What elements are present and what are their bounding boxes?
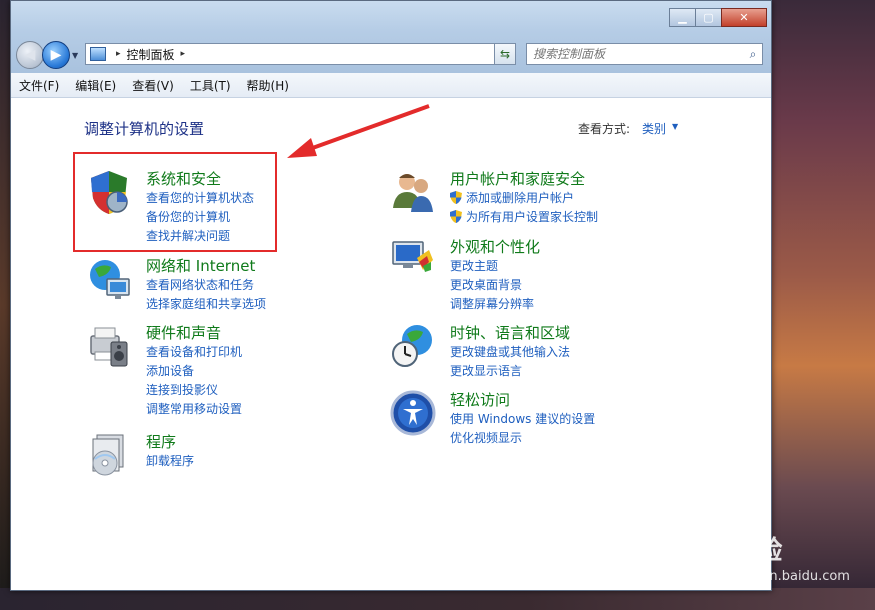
link-mobility-settings[interactable]: 调整常用移动设置 — [146, 400, 242, 417]
breadcrumb-separator-icon[interactable]: ▸ — [181, 49, 186, 59]
view-by-dropdown[interactable]: 类别 — [642, 120, 666, 137]
recent-pages-dropdown-icon[interactable]: ▼ — [72, 51, 78, 60]
link-desktop-background[interactable]: 更改桌面背景 — [450, 276, 522, 293]
network-globe-icon[interactable] — [85, 255, 133, 303]
view-by-label: 查看方式: — [578, 122, 631, 136]
category-user-accounts: 用户帐户和家庭安全 添加或删除用户帐户 为所有用户设置家长控制 — [389, 168, 629, 228]
refresh-button[interactable]: ⇆ — [494, 43, 516, 65]
maximize-button[interactable]: ▢ — [695, 8, 722, 27]
link-devices-printers[interactable]: 查看设备和打印机 — [146, 343, 242, 360]
address-bar[interactable]: ▸ 控制面板 ▸ ▼ — [85, 43, 515, 65]
link-text[interactable]: 添加或删除用户帐户 — [466, 191, 574, 205]
arrow-right-icon: ▶ — [50, 47, 62, 63]
category-title[interactable]: 外观和个性化 — [450, 236, 540, 257]
search-input[interactable] — [527, 46, 744, 62]
link-recommended-settings[interactable]: 使用 Windows 建议的设置 — [450, 410, 595, 427]
category-title[interactable]: 程序 — [146, 431, 176, 452]
menu-view[interactable]: 查看(V) — [124, 77, 182, 94]
forward-button[interactable]: ▶ — [42, 41, 70, 69]
breadcrumb-separator-icon[interactable]: ▸ — [116, 49, 121, 59]
control-panel-window: ▁ ▢ ✕ ◀ ▶ ▼ ▸ 控制面板 ▸ ▼ ⇆ ⌕ 文件(F) 编辑(E) 查… — [10, 0, 772, 591]
programs-icon[interactable] — [85, 431, 133, 479]
watermark-logo: Bai 经验 — [670, 536, 784, 566]
watermark-url: jingyan.baidu.com — [730, 569, 850, 584]
category-clock-language-region: 时钟、语言和区域 更改键盘或其他输入法 更改显示语言 — [389, 322, 609, 382]
link-optimize-video[interactable]: 优化视频显示 — [450, 429, 522, 446]
desktop-background-bottom — [0, 588, 875, 610]
uac-shield-icon — [450, 210, 462, 223]
refresh-icon: ⇆ — [499, 47, 511, 61]
page-title: 调整计算机的设置 — [84, 120, 205, 138]
link-display-language[interactable]: 更改显示语言 — [450, 362, 522, 379]
breadcrumb-control-panel[interactable]: 控制面板 — [127, 46, 175, 63]
minimize-button[interactable]: ▁ — [669, 8, 696, 27]
category-programs: 程序 卸载程序 — [85, 431, 285, 481]
window-chrome: ▁ ▢ ✕ ◀ ▶ ▼ ▸ 控制面板 ▸ ▼ ⇆ ⌕ — [11, 1, 771, 73]
link-text[interactable]: 为所有用户设置家长控制 — [466, 210, 598, 224]
link-screen-resolution[interactable]: 调整屏幕分辨率 — [450, 295, 534, 312]
category-hardware-sound: 硬件和声音 查看设备和打印机 添加设备 连接到投影仪 调整常用移动设置 — [85, 322, 305, 422]
window-controls: ▁ ▢ ✕ — [669, 8, 767, 27]
control-panel-content: 调整计算机的设置 查看方式: 类别 ▼ 系统和安全 查看您的计算机状态 备份您的… — [11, 98, 771, 590]
link-projector[interactable]: 连接到投影仪 — [146, 381, 218, 398]
clock-globe-icon[interactable] — [389, 322, 437, 370]
desktop-background-left — [0, 0, 10, 610]
menu-help[interactable]: 帮助(H) — [239, 77, 297, 94]
category-appearance: 外观和个性化 更改主题 更改桌面背景 调整屏幕分辨率 — [389, 236, 609, 316]
back-button[interactable]: ◀ — [16, 41, 44, 69]
category-title[interactable]: 轻松访问 — [450, 389, 510, 410]
close-button[interactable]: ✕ — [721, 8, 767, 27]
link-change-theme[interactable]: 更改主题 — [450, 257, 498, 274]
printer-speaker-icon[interactable] — [85, 322, 133, 370]
category-network-internet: 网络和 Internet 查看网络状态和任务 选择家庭组和共享选项 — [85, 255, 305, 315]
users-icon[interactable] — [389, 168, 437, 216]
category-title[interactable]: 网络和 Internet — [146, 255, 255, 276]
category-title[interactable]: 硬件和声音 — [146, 322, 221, 343]
chevron-down-icon[interactable]: ▼ — [672, 122, 678, 131]
menu-edit[interactable]: 编辑(E) — [67, 77, 124, 94]
uac-shield-icon — [450, 191, 462, 204]
menu-bar: 文件(F) 编辑(E) 查看(V) 工具(T) 帮助(H) — [11, 73, 771, 98]
link-keyboard-input[interactable]: 更改键盘或其他输入法 — [450, 343, 570, 360]
search-box[interactable]: ⌕ — [526, 43, 763, 65]
link-network-status[interactable]: 查看网络状态和任务 — [146, 276, 254, 293]
category-ease-of-access: 轻松访问 使用 Windows 建议的设置 优化视频显示 — [389, 389, 629, 449]
desktop-background-right — [770, 0, 875, 610]
control-panel-icon — [90, 47, 106, 61]
link-parental-controls[interactable]: 为所有用户设置家长控制 — [450, 208, 598, 225]
link-add-remove-accounts[interactable]: 添加或删除用户帐户 — [450, 189, 574, 206]
menu-file[interactable]: 文件(F) — [11, 77, 67, 94]
highlight-box — [73, 152, 277, 252]
search-icon[interactable]: ⌕ — [744, 47, 762, 62]
ease-of-access-icon[interactable] — [389, 389, 437, 437]
link-homegroup[interactable]: 选择家庭组和共享选项 — [146, 295, 266, 312]
link-uninstall-program[interactable]: 卸载程序 — [146, 452, 194, 469]
menu-tools[interactable]: 工具(T) — [182, 77, 239, 94]
category-title[interactable]: 用户帐户和家庭安全 — [450, 168, 585, 189]
arrow-left-icon: ◀ — [24, 47, 36, 63]
category-title[interactable]: 时钟、语言和区域 — [450, 322, 570, 343]
link-add-device[interactable]: 添加设备 — [146, 362, 194, 379]
appearance-icon[interactable] — [389, 236, 437, 284]
